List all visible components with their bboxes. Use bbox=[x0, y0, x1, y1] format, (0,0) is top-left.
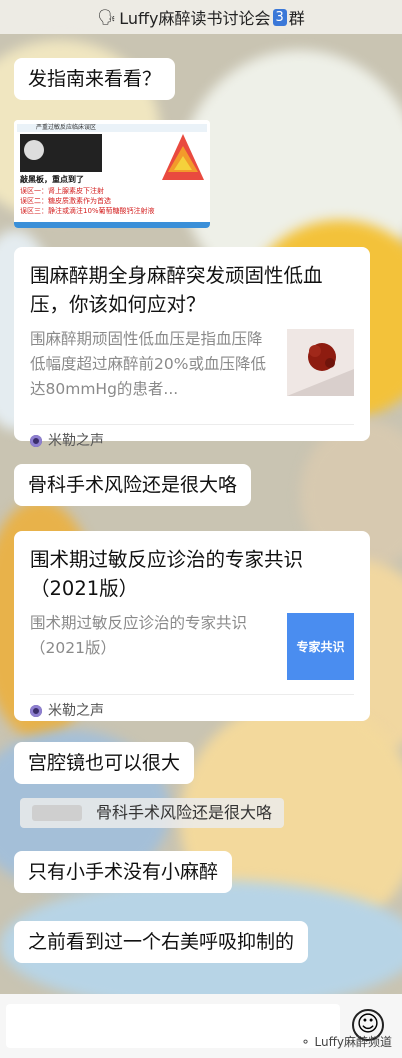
image-item: 误区一：肾上腺素皮下注射 bbox=[20, 187, 104, 195]
card-source: 米勒之声 bbox=[30, 694, 354, 727]
image-item: 误区三：静注或滴注10%葡萄糖酸钙注射液 bbox=[20, 207, 155, 215]
watermark-text: Luffy麻醉频道 bbox=[314, 1035, 392, 1049]
card-source: 米勒之声 bbox=[30, 424, 354, 457]
source-name: 米勒之声 bbox=[48, 433, 104, 449]
image-panel-text: 敲黑板，重点到了 bbox=[20, 175, 84, 184]
thumbnail-label: 专家共识 bbox=[296, 639, 345, 654]
quoted-reply[interactable]: 骨科手术风险还是很大咯 bbox=[20, 798, 285, 828]
card-thumbnail bbox=[287, 329, 354, 396]
card-thumbnail: 专家共识 bbox=[287, 613, 354, 680]
message-text: 骨科手术风险还是很大咯 bbox=[28, 474, 238, 496]
image-message[interactable]: 严重过敏反应临床误区 敲黑板，重点到了 误区一：肾上腺素皮下注射 误区二：糖皮质… bbox=[14, 120, 210, 228]
group-number-badge: 3 bbox=[272, 8, 287, 26]
blurred-username bbox=[32, 805, 82, 821]
card-description: 围术期过敏反应诊治的专家共识（2021版） bbox=[30, 614, 248, 657]
group-title: Luffy麻醉读书讨论会 bbox=[119, 9, 271, 28]
card-title: 围术期过敏反应诊治的专家共识（2021版） bbox=[30, 548, 304, 600]
link-card[interactable]: 围术期过敏反应诊治的专家共识（2021版） 围术期过敏反应诊治的专家共识（202… bbox=[14, 531, 370, 721]
card-title: 围麻醉期全身麻醉突发顽固性低血压，你该如何应对？ bbox=[30, 264, 323, 316]
message-bubble[interactable]: 发指南来看看？ bbox=[14, 58, 176, 100]
message-bubble[interactable]: 之前看到过一个右美呼吸抑制的 bbox=[14, 921, 309, 963]
image-top-label: 严重过敏反应临床误区 bbox=[36, 124, 97, 131]
source-logo-icon bbox=[30, 435, 42, 447]
image-item: 误区二：糖皮质激素作为首选 bbox=[20, 197, 111, 205]
wechat-icon: ⚬ bbox=[300, 1034, 311, 1049]
message-bubble[interactable]: 骨科手术风险还是很大咯 bbox=[14, 464, 252, 506]
card-description: 围麻醉期顽固性低血压是指血压降低幅度超过麻醉前20%或血压降低达80mmHg的患… bbox=[30, 330, 266, 398]
source-name: 米勒之声 bbox=[48, 703, 104, 719]
chat-header: 🗣 Luffy麻醉读书讨论会 3 群 bbox=[0, 0, 402, 34]
link-card[interactable]: 围麻醉期全身麻醉突发顽固性低血压，你该如何应对？ 围麻醉期顽固性低血压是指血压降… bbox=[14, 247, 370, 449]
input-bar: ☺ ⚬ Luffy麻醉频道 bbox=[0, 994, 402, 1058]
message-text: 发指南来看看？ bbox=[28, 68, 162, 90]
message-input[interactable] bbox=[6, 1004, 340, 1048]
message-text: 宫腔镜也可以很大 bbox=[28, 752, 181, 774]
watermark: ⚬ Luffy麻醉频道 bbox=[300, 1033, 392, 1050]
speaker-icon: 🗣 bbox=[97, 8, 117, 26]
image-items: 误区一：肾上腺素皮下注射 误区二：糖皮质激素作为首选 误区三：静注或滴注10%葡… bbox=[20, 186, 155, 216]
quoted-text: 骨科手术风险还是很大咯 bbox=[96, 803, 273, 822]
message-text: 只有小手术没有小麻醉 bbox=[28, 861, 219, 883]
group-title-suffix: 群 bbox=[288, 9, 305, 28]
message-text: 之前看到过一个右美呼吸抑制的 bbox=[28, 931, 295, 953]
message-bubble[interactable]: 只有小手术没有小麻醉 bbox=[14, 851, 233, 893]
message-bubble[interactable]: 宫腔镜也可以很大 bbox=[14, 742, 195, 784]
source-logo-icon bbox=[30, 705, 42, 717]
